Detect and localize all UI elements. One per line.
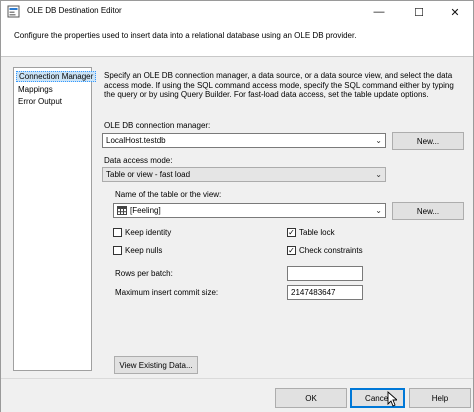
description-text: Configure the properties used to insert … <box>14 31 357 40</box>
description-panel: Configure the properties used to insert … <box>1 23 473 57</box>
table-name-label: Name of the table or the view: <box>115 190 222 199</box>
window-title: OLE DB Destination Editor <box>27 6 122 15</box>
keep-identity-checkbox[interactable] <box>113 228 122 237</box>
max-commit-size-input[interactable]: 2147483647 <box>287 285 363 300</box>
button-label: New... <box>416 136 440 146</box>
data-access-mode-label: Data access mode: <box>104 156 173 165</box>
keep-nulls-label: Keep nulls <box>125 246 163 255</box>
chevron-down-icon[interactable]: ⌄ <box>375 168 382 181</box>
check-constraints-checkbox[interactable]: ✓ <box>287 246 296 255</box>
help-button[interactable]: Help <box>409 388 471 408</box>
ok-button[interactable]: OK <box>275 388 347 408</box>
close-button[interactable]: ✕ <box>441 1 469 23</box>
button-label: Help <box>431 393 449 403</box>
check-constraints-label: Check constraints <box>299 246 363 255</box>
table-lock-label: Table lock <box>299 228 335 237</box>
check-icon: ✓ <box>288 227 295 237</box>
keep-identity-label: Keep identity <box>125 228 172 237</box>
nav-item-label: Mappings <box>18 85 53 94</box>
connection-manager-combo[interactable]: LocalHost.testdb ⌄ <box>102 133 386 148</box>
maximize-button[interactable]: ☐ <box>405 1 433 23</box>
max-commit-size-label: Maximum insert commit size: <box>115 288 219 297</box>
rows-per-batch-input[interactable] <box>287 266 363 281</box>
button-label: View Existing Data... <box>119 360 193 370</box>
title-bar[interactable]: OLE DB Destination Editor — ☐ ✕ <box>1 1 473 23</box>
data-access-mode-combo[interactable]: Table or view - fast load ⌄ <box>102 167 386 182</box>
minimize-icon: — <box>373 6 385 18</box>
ole-db-destination-editor-window: OLE DB Destination Editor — ☐ ✕ Configur… <box>0 0 474 412</box>
connection-manager-value: LocalHost.testdb <box>106 136 166 145</box>
table-lock-checkbox[interactable]: ✓ <box>287 228 296 237</box>
connection-manager-label: OLE DB connection manager: <box>104 121 211 130</box>
new-connection-button[interactable]: New... <box>392 132 464 150</box>
new-table-button[interactable]: New... <box>392 202 464 220</box>
close-icon: ✕ <box>450 6 460 19</box>
ssis-editor-icon <box>7 5 20 18</box>
maximize-icon: ☐ <box>414 6 424 19</box>
table-icon <box>117 206 127 215</box>
button-label: OK <box>305 393 317 403</box>
check-icon: ✓ <box>288 245 295 255</box>
mouse-cursor-icon <box>387 391 397 407</box>
nav-item-label: Error Output <box>18 97 63 106</box>
table-name-value: [Feeling] <box>130 206 161 215</box>
chevron-down-icon[interactable]: ⌄ <box>375 204 382 217</box>
intro-text: Specify an OLE DB connection manager, a … <box>104 71 454 99</box>
chevron-down-icon[interactable]: ⌄ <box>375 134 382 147</box>
page-list[interactable]: Connection Manager Mappings Error Output <box>13 67 97 371</box>
nav-item-error-output[interactable]: Error Output <box>16 96 64 107</box>
nav-item-mappings[interactable]: Mappings <box>16 84 55 95</box>
keep-nulls-checkbox[interactable] <box>113 246 122 255</box>
nav-item-connection-manager[interactable]: Connection Manager <box>16 71 97 82</box>
button-label: New... <box>416 206 440 216</box>
view-existing-data-button[interactable]: View Existing Data... <box>114 356 198 374</box>
rows-per-batch-label: Rows per batch: <box>115 269 173 278</box>
data-access-mode-value: Table or view - fast load <box>106 170 191 179</box>
table-name-combo[interactable]: [Feeling] ⌄ <box>113 203 386 218</box>
nav-item-label: Connection Manager <box>19 72 94 81</box>
minimize-button[interactable]: — <box>365 1 393 23</box>
